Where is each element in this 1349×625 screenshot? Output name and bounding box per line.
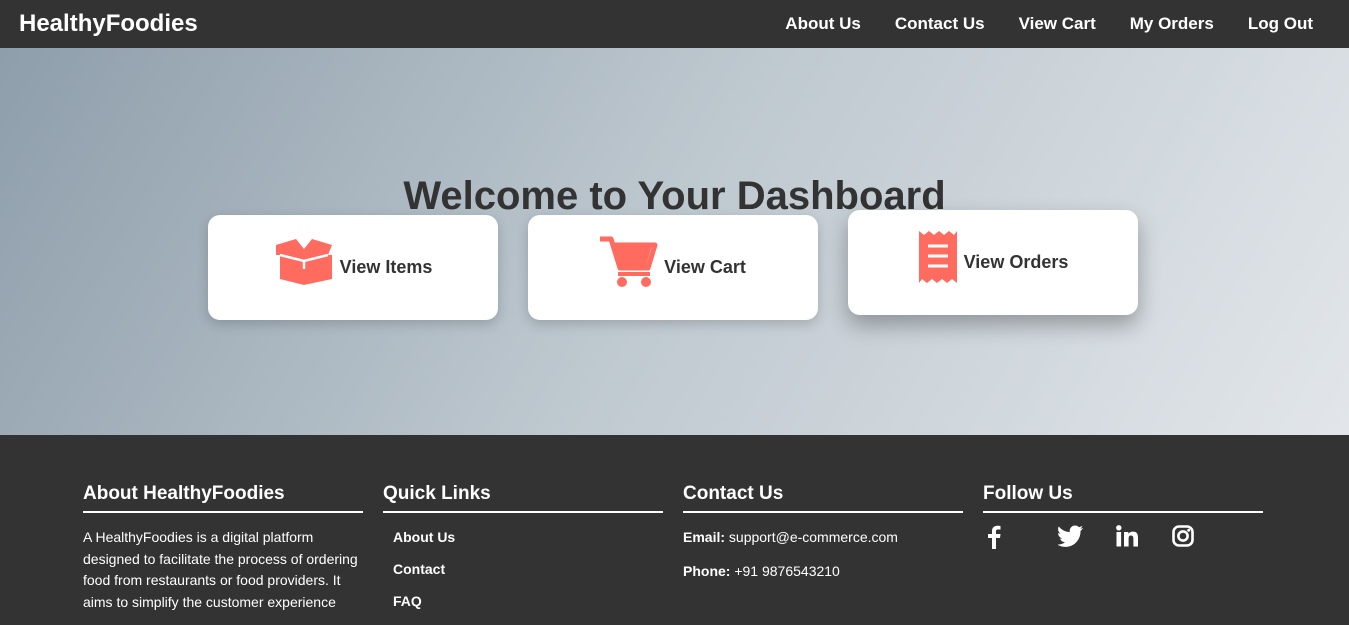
footer-email-value[interactable]: support@e-commerce.com	[729, 529, 898, 545]
view-items-card[interactable]: View Items	[208, 215, 498, 320]
footer-follow: Follow Us	[983, 483, 1263, 549]
view-orders-label: View Orders	[963, 252, 1069, 272]
dashboard-hero: Welcome to Your Dashboard View Items Vie…	[0, 48, 1349, 435]
instagram-icon[interactable]	[1155, 525, 1211, 549]
footer-about-text: A HealthyFoodies is a digital platform d…	[83, 529, 358, 610]
footer-quick-links-heading: Quick Links	[383, 483, 663, 513]
footer-follow-heading: Follow Us	[983, 483, 1263, 513]
navbar: HealthyFoodies About Us Contact Us View …	[0, 0, 1349, 48]
footer-about-heading: About HealthyFoodies	[83, 483, 363, 513]
footer-phone-label: Phone:	[683, 563, 731, 579]
nav-my-orders[interactable]: My Orders	[1130, 14, 1214, 34]
nav-view-cart[interactable]: View Cart	[1019, 14, 1096, 34]
view-cart-label: View Cart	[664, 257, 746, 277]
shopping-cart-icon	[600, 236, 658, 288]
footer-link-contact[interactable]: Contact	[393, 561, 445, 577]
footer-link-about-us[interactable]: About Us	[393, 529, 455, 545]
footer-phone: Phone: +91 9876543210	[683, 563, 963, 579]
footer-about: About HealthyFoodies A HealthyFoodies is…	[83, 483, 363, 613]
nav-contact-us[interactable]: Contact Us	[895, 14, 985, 34]
view-cart-card[interactable]: View Cart	[528, 215, 818, 320]
page-title: Welcome to Your Dashboard	[403, 174, 946, 218]
view-orders-card[interactable]: View Orders	[848, 210, 1138, 315]
footer-contact: Contact Us Email: support@e-commerce.com…	[683, 483, 963, 579]
linkedin-icon[interactable]	[1099, 525, 1155, 549]
nav-log-out[interactable]: Log Out	[1248, 14, 1313, 34]
nav-about-us[interactable]: About Us	[785, 14, 861, 34]
footer-email-label: Email:	[683, 529, 726, 545]
receipt-icon	[918, 230, 958, 283]
nav-links: About Us Contact Us View Cart My Orders …	[751, 14, 1330, 34]
footer-phone-value: +91 9876543210	[734, 563, 840, 579]
footer-quick-links: Quick Links About Us Contact FAQ	[383, 483, 663, 625]
footer-contact-heading: Contact Us	[683, 483, 963, 513]
social-links	[983, 525, 1263, 549]
view-items-label: View Items	[339, 257, 433, 277]
box-open-icon	[274, 238, 334, 285]
footer: About HealthyFoodies A HealthyFoodies is…	[0, 435, 1349, 610]
footer-email: Email: support@e-commerce.com	[683, 529, 963, 545]
facebook-icon[interactable]	[983, 525, 1021, 549]
footer-link-faq[interactable]: FAQ	[393, 593, 422, 609]
twitter-icon[interactable]	[1043, 525, 1099, 549]
brand-logo[interactable]: HealthyFoodies	[19, 10, 198, 38]
